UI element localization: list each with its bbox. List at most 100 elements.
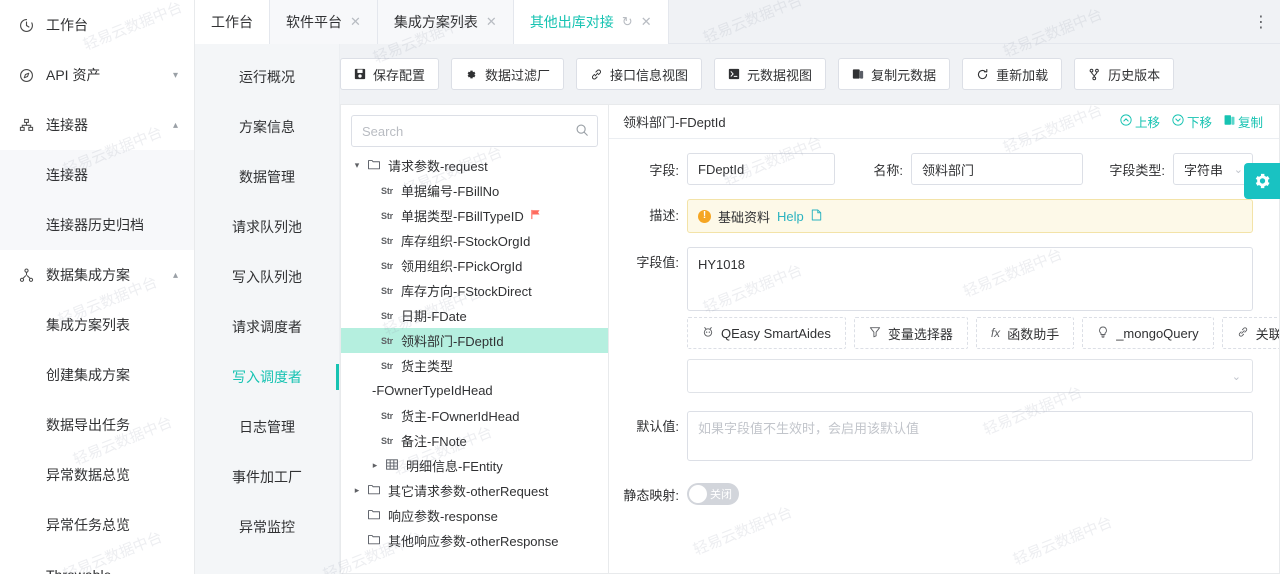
sidebar-item-data-integration[interactable]: 数据集成方案 ▴ bbox=[0, 250, 194, 300]
tab-label: 软件平台 bbox=[286, 14, 342, 30]
tree-node-otherresponse[interactable]: 其他响应参数-otherResponse bbox=[341, 528, 608, 553]
document-icon[interactable] bbox=[811, 208, 822, 224]
string-type-badge: Str bbox=[381, 335, 393, 346]
submenu-label: 请求队列池 bbox=[232, 219, 302, 235]
tree-node-fstockdirect[interactable]: Str 库存方向-FStockDirect bbox=[341, 278, 608, 303]
qeasy-smartaides-button[interactable]: QEasy SmartAides bbox=[687, 317, 846, 349]
search-box[interactable] bbox=[351, 115, 598, 147]
tree-node-response[interactable]: 响应参数-response bbox=[341, 503, 608, 528]
helper-section: QEasy SmartAides 变量选择器 fx 函数助手 _mongoQue… bbox=[687, 317, 1279, 393]
copy-metadata-button[interactable]: 复制元数据 bbox=[838, 58, 951, 90]
tab-bar: 工作台 软件平台 ✕ 集成方案列表 ✕ 其他出库对接 ↻ ✕ ⋮ bbox=[195, 0, 1280, 44]
tree-node-fnote[interactable]: Str 备注-FNote bbox=[341, 428, 608, 453]
submenu-item-overview[interactable]: 运行概况 bbox=[195, 52, 339, 102]
description-banner: ! 基础资料 Help bbox=[687, 199, 1253, 233]
search-input[interactable] bbox=[362, 123, 575, 139]
submenu-item-data-mgmt[interactable]: 数据管理 bbox=[195, 152, 339, 202]
funnel-icon bbox=[869, 326, 881, 341]
function-helper-button[interactable]: fx 函数助手 bbox=[975, 317, 1075, 349]
tree-node-fpickorgid[interactable]: Str 领用组织-FPickOrgId bbox=[341, 253, 608, 278]
clock-icon bbox=[16, 18, 36, 33]
sidebar-item-connector-archive[interactable]: 连接器历史归档 bbox=[0, 200, 194, 250]
tab-software-platform[interactable]: 软件平台 ✕ bbox=[270, 0, 378, 44]
help-link[interactable]: Help bbox=[777, 209, 804, 224]
caret-right-icon[interactable]: ▸ bbox=[349, 485, 365, 496]
tab-label: 工作台 bbox=[211, 14, 253, 30]
field-value-textarea[interactable] bbox=[687, 247, 1253, 311]
sidebar-item-abnormal-data[interactable]: 异常数据总览 bbox=[0, 450, 194, 500]
submenu-item-request-queue[interactable]: 请求队列池 bbox=[195, 202, 339, 252]
metadata-view-button[interactable]: 元数据视图 bbox=[714, 58, 827, 90]
tree-node-fownertypeidhead-wrap[interactable]: -FOwnerTypeIdHead bbox=[341, 378, 608, 403]
submenu-item-write-scheduler[interactable]: 写入调度者 bbox=[195, 352, 339, 402]
association-select[interactable]: ⌄ bbox=[687, 359, 1253, 393]
close-icon[interactable]: ✕ bbox=[486, 14, 497, 30]
tree-node-fbilltypeid[interactable]: Str 单据类型-FBillTypeID bbox=[341, 203, 608, 228]
tree-node-label: 领用组织-FPickOrgId bbox=[401, 259, 523, 274]
mongo-query-button[interactable]: _mongoQuery bbox=[1082, 317, 1214, 349]
sidebar-item-abnormal-task[interactable]: 异常任务总览 bbox=[0, 500, 194, 550]
sidebar-item-api-assets[interactable]: API 资产 ▾ bbox=[0, 50, 194, 100]
move-down-button[interactable]: 下移 bbox=[1172, 112, 1212, 131]
static-mapping-toggle[interactable]: 关闭 bbox=[687, 483, 739, 505]
close-icon[interactable]: ✕ bbox=[350, 14, 361, 30]
submenu-item-request-scheduler[interactable]: 请求调度者 bbox=[195, 302, 339, 352]
branch-icon bbox=[1088, 68, 1101, 81]
tree-node-fentity[interactable]: ▸ 明细信息-FEntity bbox=[341, 453, 608, 478]
terminal-icon bbox=[728, 68, 740, 80]
search-icon[interactable] bbox=[575, 123, 589, 140]
submenu-item-log-mgmt[interactable]: 日志管理 bbox=[195, 402, 339, 452]
action-label: 下移 bbox=[1186, 116, 1212, 130]
sidebar-item-connector-list[interactable]: 连接器 bbox=[0, 150, 194, 200]
field-label: 字段: bbox=[649, 162, 679, 178]
sidebar-item-export-task[interactable]: 数据导出任务 bbox=[0, 400, 194, 450]
connector-submenu-group: 连接器 连接器历史归档 bbox=[0, 150, 194, 250]
submenu-item-exception-monitor[interactable]: 异常监控 bbox=[195, 502, 339, 552]
tree-node-fbillno[interactable]: Str 单据编号-FBillNo bbox=[341, 178, 608, 203]
variable-selector-button[interactable]: 变量选择器 bbox=[853, 317, 968, 349]
save-config-button[interactable]: 保存配置 bbox=[340, 58, 440, 90]
sidebar-item-throwable[interactable]: Throwable bbox=[0, 550, 194, 574]
sidebar-item-scheme-list[interactable]: 集成方案列表 bbox=[0, 300, 194, 350]
tab-scheme-list[interactable]: 集成方案列表 ✕ bbox=[377, 0, 514, 44]
copy-field-button[interactable]: 复制 bbox=[1224, 112, 1263, 131]
field-input[interactable] bbox=[687, 153, 835, 185]
tree-node-request[interactable]: ▾ 请求参数-request bbox=[341, 153, 608, 178]
tree-node-otherrequest[interactable]: ▸ 其它请求参数-otherRequest bbox=[341, 478, 608, 503]
folder-icon bbox=[365, 509, 383, 523]
reload-button[interactable]: 重新加载 bbox=[962, 58, 1063, 90]
settings-fab-button[interactable] bbox=[1244, 163, 1280, 199]
tree-node-fstockorgid[interactable]: Str 库存组织-FStockOrgId bbox=[341, 228, 608, 253]
association-button[interactable]: 关联方 bbox=[1221, 317, 1279, 349]
caret-right-icon[interactable]: ▸ bbox=[367, 460, 383, 471]
close-icon[interactable]: ✕ bbox=[641, 14, 652, 30]
submenu-label: 数据管理 bbox=[239, 169, 295, 185]
sidebar-subitem-label: 数据导出任务 bbox=[46, 417, 130, 433]
tab-workbench[interactable]: 工作台 bbox=[195, 0, 270, 44]
sidebar-item-workbench[interactable]: 工作台 bbox=[0, 0, 194, 50]
field-type-select[interactable]: 字符串 ⌄ bbox=[1173, 153, 1253, 185]
tab-overflow-menu-icon[interactable]: ⋮ bbox=[1242, 0, 1280, 43]
sidebar-subitem-label: 异常任务总览 bbox=[46, 517, 130, 533]
gear-icon bbox=[1253, 172, 1272, 191]
data-filter-button[interactable]: 数据过滤厂 bbox=[451, 58, 565, 90]
interface-info-view-button[interactable]: 接口信息视图 bbox=[576, 58, 703, 90]
default-value-row: 默认值: bbox=[623, 411, 1253, 461]
default-value-textarea[interactable] bbox=[687, 411, 1253, 461]
move-up-button[interactable]: 上移 bbox=[1120, 112, 1160, 131]
caret-down-icon[interactable]: ▾ bbox=[349, 160, 365, 171]
submenu-item-write-queue[interactable]: 写入队列池 bbox=[195, 252, 339, 302]
tree-node-fowneridhead[interactable]: Str 货主-FOwnerIdHead bbox=[341, 403, 608, 428]
tab-other-outbound[interactable]: 其他出库对接 ↻ ✕ bbox=[513, 0, 669, 44]
tree-node-label: 库存组织-FStockOrgId bbox=[401, 234, 531, 249]
submenu-item-scheme-info[interactable]: 方案信息 bbox=[195, 102, 339, 152]
tree-node-fdate[interactable]: Str 日期-FDate bbox=[341, 303, 608, 328]
submenu-item-event-factory[interactable]: 事件加工厂 bbox=[195, 452, 339, 502]
sidebar-item-connector[interactable]: 连接器 ▴ bbox=[0, 100, 194, 150]
sidebar-item-create-scheme[interactable]: 创建集成方案 bbox=[0, 350, 194, 400]
tree-node-fdeptid[interactable]: Str 领料部门-FDeptId bbox=[341, 328, 608, 353]
name-input[interactable] bbox=[911, 153, 1083, 185]
tree-node-fownertypeidhead[interactable]: Str 货主类型 bbox=[341, 353, 608, 378]
string-type-badge: Str bbox=[381, 235, 393, 246]
history-version-button[interactable]: 历史版本 bbox=[1074, 58, 1175, 90]
